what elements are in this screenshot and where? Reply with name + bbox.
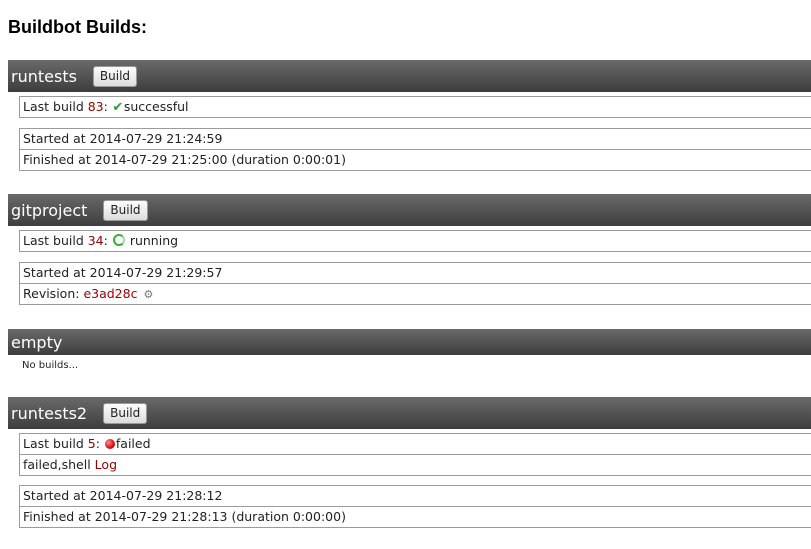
status-text: running — [129, 233, 179, 248]
log-link[interactable]: Log — [95, 457, 117, 472]
last-build-row: Last build 83: ✔successful — [20, 97, 811, 117]
builder-header-runtests2: runtests2 Build — [8, 397, 811, 429]
no-builds-text: No builds... — [22, 360, 79, 371]
builder-name[interactable]: gitproject — [8, 201, 103, 220]
build-button[interactable]: Build — [92, 65, 138, 87]
build-times-box: Started at 2014-07-29 21:28:12 Finished … — [19, 485, 811, 528]
last-build-box: Last build 83: ✔successful — [19, 96, 811, 118]
separator: : — [103, 233, 108, 248]
last-build-row: Last build 34: running — [20, 231, 811, 251]
build-number-link[interactable]: 5 — [88, 436, 96, 451]
builder-header-gitproject: gitproject Build — [8, 194, 811, 226]
last-build-box: Last build 34: running — [19, 230, 811, 252]
last-build-row: Last build 5: failed — [20, 434, 811, 454]
revision-row: Revision: e3ad28c ⚙ — [20, 283, 811, 304]
builder-name[interactable]: runtests — [8, 67, 93, 86]
last-build-label: Last build — [23, 99, 84, 114]
last-build-box: Last build 5: failed failed,shell Log — [19, 433, 811, 476]
builder-header-runtests: runtests Build — [8, 60, 811, 92]
finished-row: Finished at 2014-07-29 21:25:00 (duratio… — [20, 149, 811, 170]
checkmark-icon: ✔ — [112, 100, 124, 115]
spinner-icon — [112, 234, 125, 246]
separator: : — [103, 99, 108, 114]
build-number-link[interactable]: 83 — [88, 99, 104, 114]
status-text: failed — [115, 436, 151, 451]
build-number-link[interactable]: 34 — [88, 233, 104, 248]
build-times-box: Started at 2014-07-29 21:29:57 Revision:… — [19, 262, 811, 305]
last-build-label: Last build — [23, 436, 84, 451]
started-row: Started at 2014-07-29 21:28:12 — [23, 488, 223, 503]
started-row: Started at 2014-07-29 21:29:57 — [23, 265, 223, 280]
builder-name[interactable]: empty — [8, 333, 78, 352]
status-text: successful — [123, 99, 189, 114]
revision-link[interactable]: e3ad28c — [83, 286, 137, 301]
gear-icon[interactable]: ⚙ — [143, 285, 153, 304]
build-times-box: Started at 2014-07-29 21:24:59 Finished … — [19, 128, 811, 171]
red-dot-icon — [104, 439, 115, 449]
finished-row: Finished at 2014-07-29 21:28:13 (duratio… — [20, 506, 811, 527]
builder-header-empty: empty — [8, 329, 811, 355]
separator: : — [95, 436, 100, 451]
build-button[interactable]: Build — [103, 199, 148, 221]
started-row: Started at 2014-07-29 21:24:59 — [23, 131, 223, 146]
builder-name[interactable]: runtests2 — [8, 404, 103, 423]
build-button[interactable]: Build — [103, 402, 148, 424]
revision-label: Revision: — [23, 286, 80, 301]
page-title: Buildbot Builds: — [8, 17, 147, 37]
failure-row: failed,shell Log — [20, 454, 811, 475]
failure-text: failed,shell — [23, 457, 91, 472]
last-build-label: Last build — [23, 233, 84, 248]
